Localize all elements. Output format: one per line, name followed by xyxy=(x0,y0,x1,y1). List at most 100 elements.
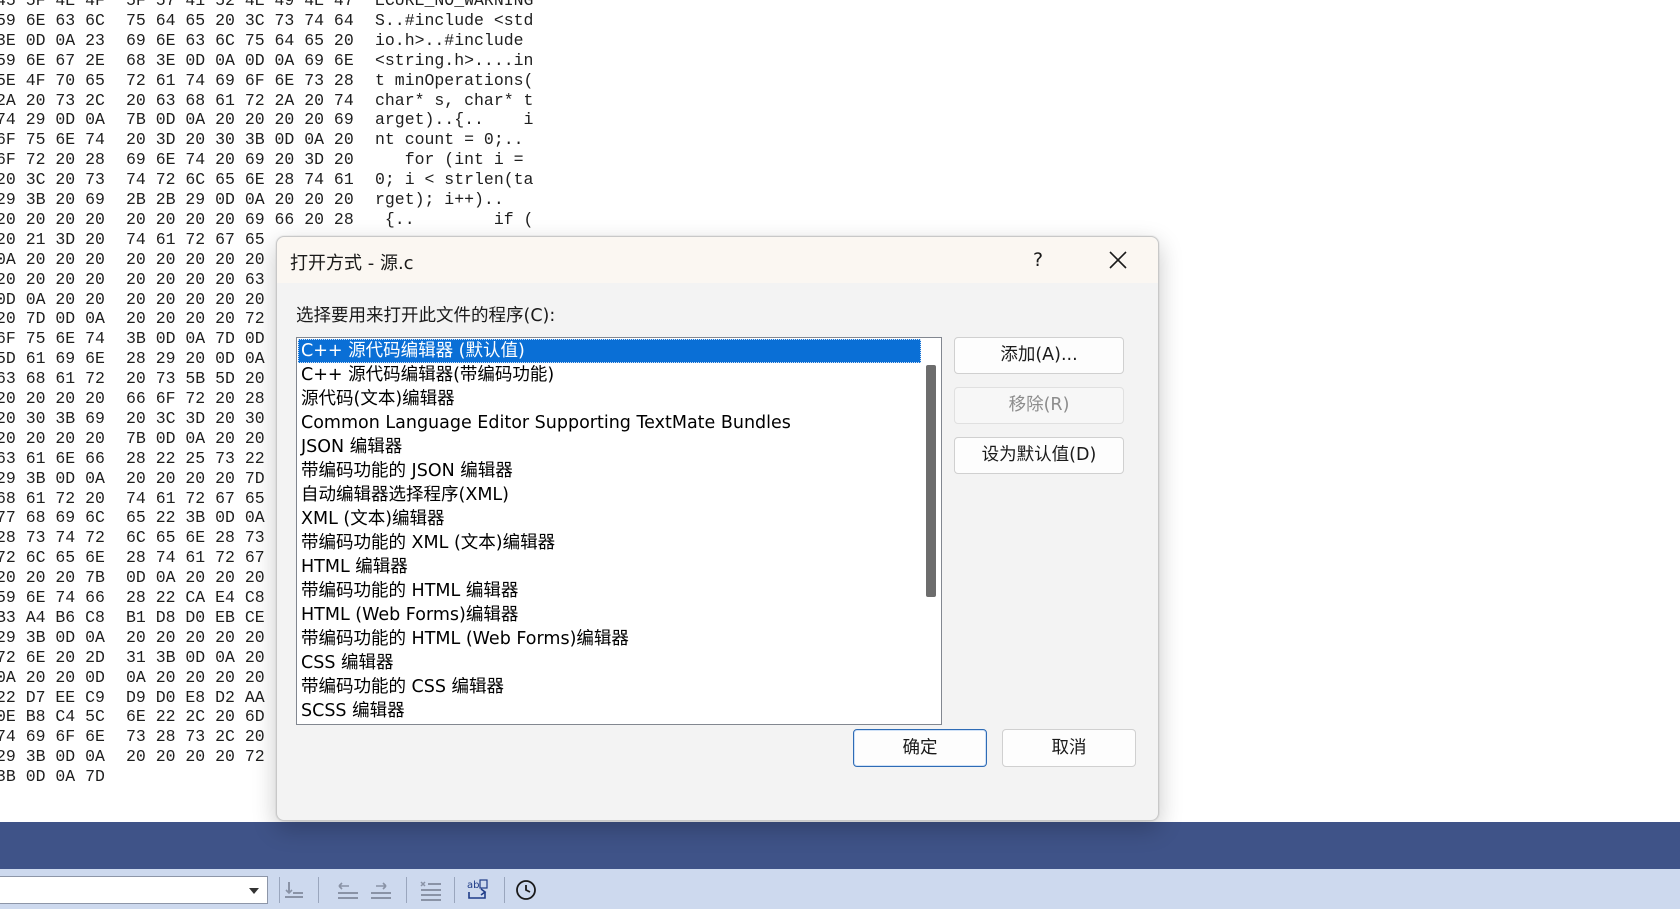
ok-button[interactable]: 确定 xyxy=(853,729,987,767)
program-listbox[interactable]: C++ 源代码编辑器 (默认值) C++ 源代码编辑器(带编码功能) 源代码(文本)… xyxy=(296,337,942,725)
remove-button[interactable]: 移除(R) xyxy=(954,387,1124,424)
hex-bytes: B3 A4 B6 C8 xyxy=(0,607,105,627)
hex-bytes: 68 61 72 20 xyxy=(0,488,105,508)
hex-bytes: 29 3B 20 69 xyxy=(0,190,105,209)
hex-bytes: 59 6E 63 6C xyxy=(0,10,105,30)
hex-ascii-text: for (int i = xyxy=(375,150,534,170)
hex-bytes: 20 20 20 20 xyxy=(0,269,105,289)
hex-bytes: 6F 72 20 28 xyxy=(0,150,105,170)
hex-bytes: 72 61 74 69 6F 6E 73 28 xyxy=(126,70,354,90)
hex-bytes: 20 3D 20 30 3B 0D 0A 20 xyxy=(126,130,354,150)
program-list-item[interactable]: 带编码功能的 JSON 编辑器 xyxy=(298,459,921,483)
hex-ascii-text: nt count = 0;.. xyxy=(375,130,534,150)
hex-bytes: 63 68 61 72 xyxy=(0,369,105,389)
program-list-item[interactable]: 带编码功能的 CSS 编辑器 xyxy=(298,675,921,699)
hex-ascii-text: 0; i < strlen(ta xyxy=(375,170,534,190)
program-list-item[interactable]: 源代码(文本)编辑器 xyxy=(298,387,921,411)
cancel-button[interactable]: 取消 xyxy=(1002,729,1136,767)
program-list-item[interactable]: 自动编辑器选择程序(XML) xyxy=(298,483,921,507)
hex-bytes: 5F 57 41 52 4E 49 4E 47 xyxy=(126,0,354,10)
indent-icon[interactable] xyxy=(368,877,394,903)
hex-ascii-text: ECURE_NO_WARNING xyxy=(375,0,534,10)
hex-bytes: 74 69 6F 6E xyxy=(0,727,105,747)
chevron-down-icon[interactable] xyxy=(249,888,259,894)
hex-ascii-text: arget)..{.. i xyxy=(375,110,534,130)
program-list-item[interactable]: 带编码功能的 HTML 编辑器 xyxy=(298,579,921,603)
hex-bytes: 0E B8 C4 5C xyxy=(0,707,105,727)
scrollbar-thumb[interactable] xyxy=(926,365,936,597)
program-list-item[interactable]: C++ 源代码编辑器(带编码功能) xyxy=(298,363,921,387)
add-button[interactable]: 添加(A)... xyxy=(954,337,1124,374)
hex-ascii-text: io.h>..#include xyxy=(375,30,534,50)
status-bar xyxy=(0,822,1680,869)
hex-ascii-text: {.. if ( xyxy=(375,209,534,229)
program-list-item[interactable]: C++ 源代码编辑器 (默认值) xyxy=(298,339,921,363)
dialog-titlebar[interactable]: 打开方式 - 源.c ? xyxy=(277,237,1158,283)
hex-bytes: 0A 20 20 0D xyxy=(0,667,105,687)
program-list-item[interactable]: XML (文本)编辑器 xyxy=(298,507,921,531)
hex-bytes: 28 73 74 72 xyxy=(0,528,105,548)
hex-bytes: 3E 0D 0A 23 xyxy=(0,30,105,50)
hex-bytes: 75 64 65 20 3C 73 74 64 xyxy=(126,10,354,30)
listbox-scrollbar[interactable] xyxy=(921,338,941,724)
list-icon[interactable] xyxy=(418,877,444,903)
program-list-item[interactable]: HTML (Web Forms)编辑器 xyxy=(298,603,921,627)
hex-bytes: 2A 20 73 2C xyxy=(0,90,105,110)
program-list-item[interactable]: Common Language Editor Supporting TextMa… xyxy=(298,411,921,435)
outdent-icon[interactable] xyxy=(335,877,361,903)
program-list-item[interactable]: JSON 编辑器 xyxy=(298,435,921,459)
hex-bytes: 0A 20 20 20 xyxy=(0,249,105,269)
hex-bytes: 72 6E 20 2D xyxy=(0,647,105,667)
hex-bytes: 29 3B 0D 0A xyxy=(0,747,105,767)
program-list-item[interactable]: SCSS 编辑器 xyxy=(298,699,921,723)
word-wrap-icon[interactable]: ab xyxy=(465,877,491,903)
close-icon xyxy=(1109,251,1127,269)
program-list-item[interactable]: CSS 编辑器 xyxy=(298,651,921,675)
hex-bytes: 3B 0D 0A 7D xyxy=(0,767,105,787)
program-list-label: 选择要用来打开此文件的程序(C): xyxy=(296,306,556,326)
program-list: C++ 源代码编辑器 (默认值) C++ 源代码编辑器(带编码功能) 源代码(文本)… xyxy=(298,339,921,723)
hex-bytes: 74 72 6C 65 6E 28 74 61 xyxy=(126,170,354,190)
program-list-item[interactable]: HTML 编辑器 xyxy=(298,555,921,579)
toolbar-separator xyxy=(504,877,505,903)
hex-bytes: 7B 0D 0A 20 20 20 20 69 xyxy=(126,110,354,130)
hex-bytes: 20 20 20 20 69 66 20 28 xyxy=(126,209,354,229)
help-button[interactable]: ? xyxy=(1021,243,1055,277)
hex-bytes: 20 7D 0D 0A xyxy=(0,309,105,329)
toolbar-dropdown[interactable] xyxy=(0,876,268,904)
hex-bytes: 20 3C 20 73 xyxy=(0,170,105,190)
program-list-item[interactable]: 带编码功能的 XML (文本)编辑器 xyxy=(298,531,921,555)
hex-ascii-text: t minOperations( xyxy=(375,70,534,90)
program-list-item[interactable]: 带编码功能的 HTML (Web Forms)编辑器 xyxy=(298,627,921,651)
dialog-title: 打开方式 - 源.c xyxy=(290,253,414,274)
hex-bytes: 2B 2B 29 0D 0A 20 20 20 xyxy=(126,190,354,209)
toolbar-separator xyxy=(406,877,407,903)
hex-ascii-text: rget); i++).. xyxy=(375,190,504,209)
history-clock-icon[interactable] xyxy=(513,877,539,903)
hex-bytes: 6F 75 6E 74 xyxy=(0,130,105,150)
hex-bytes: 29 3B 0D 0A xyxy=(0,627,105,647)
hex-bytes: 68 3E 0D 0A 0D 0A 69 6E xyxy=(126,50,354,70)
svg-text:ab: ab xyxy=(467,880,479,891)
hex-ascii-text: S..#include <std xyxy=(375,10,534,30)
toolbar-separator xyxy=(454,877,455,903)
close-button[interactable] xyxy=(1101,243,1135,277)
hex-bytes: 29 3B 0D 0A xyxy=(0,468,105,488)
hex-ascii-text: <string.h>....in xyxy=(375,50,534,70)
hex-bytes: 20 30 3B 69 xyxy=(0,408,105,428)
hex-bytes: 20 20 20 20 xyxy=(0,209,105,229)
hex-bytes: 69 6E 63 6C 75 64 65 20 xyxy=(126,30,354,50)
toolbar-separator xyxy=(318,877,319,903)
hex-bytes: 74 29 0D 0A xyxy=(0,110,105,130)
open-with-dialog: 打开方式 - 源.c ? 选择要用来打开此文件的程序(C): C++ 源代码编辑… xyxy=(276,236,1159,821)
hex-bytes: 5D 61 69 6E xyxy=(0,349,105,369)
set-default-button[interactable]: 设为默认值(D) xyxy=(954,437,1124,474)
editor-toolbar: ab xyxy=(0,869,1680,909)
comment-icon[interactable] xyxy=(281,877,307,903)
hex-bytes: 59 6E 67 2E xyxy=(0,50,105,70)
hex-bytes: 5E 4F 70 65 xyxy=(0,70,105,90)
hex-bytes: 20 20 20 20 xyxy=(0,428,105,448)
hex-ascii-text: char* s, char* t xyxy=(375,90,534,110)
hex-bytes: 69 6E 74 20 69 20 3D 20 xyxy=(126,150,354,170)
hex-bytes: 20 20 20 7B xyxy=(0,568,105,588)
